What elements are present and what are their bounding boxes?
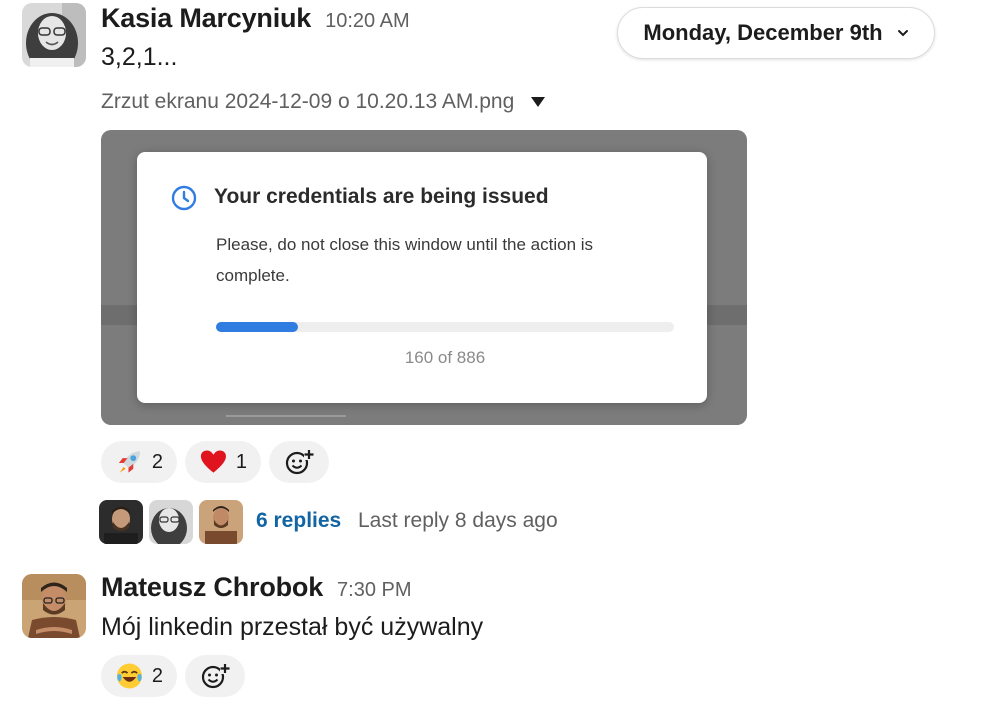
reaction-heart[interactable]: 1	[185, 441, 261, 483]
day-divider-button[interactable]: Monday, December 9th	[617, 7, 935, 59]
avatar-mateusz[interactable]	[22, 574, 86, 638]
avatar-kasia[interactable]	[22, 3, 86, 67]
avatar-participant-3	[199, 500, 243, 544]
avatar-participant-1	[99, 500, 143, 544]
reaction-rocket[interactable]: 2	[101, 441, 177, 483]
reaction-count: 2	[151, 664, 163, 687]
image-attachment[interactable]: Your credentials are being issued Please…	[101, 130, 747, 425]
file-header[interactable]: Zrzut ekranu 2024-12-09 o 10.20.13 AM.pn…	[101, 90, 546, 114]
day-divider-label: Monday, December 9th	[643, 20, 883, 45]
avatar-participant-2	[149, 500, 193, 544]
thread-last-reply: Last reply 8 days ago	[358, 509, 558, 532]
message-timestamp[interactable]: 7:30 PM	[337, 579, 411, 602]
progress-bar-fill	[216, 322, 299, 332]
message-text: 3,2,1...	[101, 43, 178, 71]
reaction-joy[interactable]: 2	[101, 655, 177, 697]
joy-icon	[116, 663, 142, 689]
progress-bar	[216, 322, 674, 332]
heart-icon	[200, 450, 226, 473]
background-line	[226, 415, 346, 417]
dialog-title: Your credentials are being issued	[214, 185, 549, 208]
progress-counter: 160 of 886	[404, 348, 486, 367]
file-name[interactable]: Zrzut ekranu 2024-12-09 o 10.20.13 AM.pn…	[101, 90, 514, 114]
author-name[interactable]: Mateusz Chrobok	[101, 572, 323, 603]
clock-icon	[171, 185, 197, 211]
reaction-count: 1	[235, 450, 247, 473]
add-reaction-button[interactable]	[185, 655, 245, 697]
message-text: Mój linkedin przestał być używalny	[101, 613, 484, 641]
add-reaction-button[interactable]	[269, 441, 329, 483]
thread-participants[interactable]	[99, 500, 243, 544]
message-pane: Kasia Marcyniuk 10:20 AM 3,2,1... Monday…	[0, 0, 996, 715]
thread-replies-link[interactable]: 6 replies	[256, 509, 341, 533]
rocket-icon	[118, 451, 141, 473]
add-emoji-icon	[201, 664, 230, 689]
message-header: Kasia Marcyniuk 10:20 AM	[101, 3, 410, 34]
add-emoji-icon	[285, 450, 314, 475]
message-timestamp[interactable]: 10:20 AM	[325, 10, 410, 33]
reaction-count: 2	[151, 450, 163, 473]
credentials-dialog: Your credentials are being issued Please…	[137, 152, 707, 403]
author-name[interactable]: Kasia Marcyniuk	[101, 3, 311, 34]
caret-down-icon[interactable]	[530, 96, 546, 108]
chevron-down-icon	[897, 30, 908, 37]
message-header: Mateusz Chrobok 7:30 PM	[101, 572, 412, 603]
dialog-body: Please, do not close this window until t…	[216, 235, 594, 285]
